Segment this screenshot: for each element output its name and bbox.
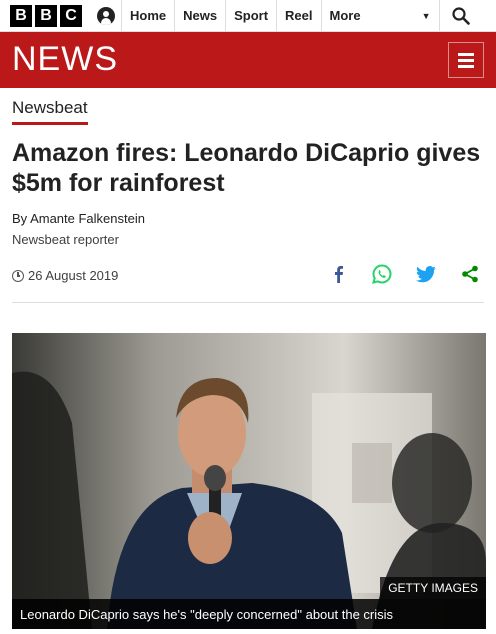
account-button[interactable] xyxy=(90,0,122,32)
bbc-logo-letter: B xyxy=(35,4,57,27)
share-twitter-button[interactable] xyxy=(414,262,438,286)
whatsapp-icon xyxy=(372,264,392,284)
search-button[interactable] xyxy=(440,0,482,32)
nav-home[interactable]: Home xyxy=(122,0,176,32)
nav-sport[interactable]: Sport xyxy=(226,0,278,32)
menu-button[interactable] xyxy=(448,42,484,78)
header-divider xyxy=(12,302,484,303)
chevron-down-icon: ▼ xyxy=(421,10,431,21)
author-role: Newsbeat reporter xyxy=(12,232,119,247)
menu-icon-bar xyxy=(458,58,474,62)
nav-more-label: More xyxy=(329,8,361,23)
author-byline: By Amante Falkenstein xyxy=(12,211,145,226)
news-logo[interactable]: NEWS xyxy=(12,40,118,79)
share-icon xyxy=(462,265,478,283)
share-whatsapp-button[interactable] xyxy=(370,262,394,286)
main-nav: Home News Sport Reel More ▼ xyxy=(122,0,440,32)
lead-image: GETTY IMAGES Leonardo DiCaprio says he's… xyxy=(12,333,486,629)
bbc-logo-letter: B xyxy=(10,4,32,27)
bbc-top-bar: B B C Home News Sport Reel More ▼ xyxy=(0,0,496,32)
share-tools xyxy=(326,262,482,286)
news-banner: NEWS xyxy=(0,32,496,88)
clock-icon xyxy=(12,269,24,282)
article-date: 26 August 2019 xyxy=(12,268,118,283)
menu-icon-bar xyxy=(458,64,474,68)
nav-more-button[interactable]: More ▼ xyxy=(322,0,440,32)
article-date-text: 26 August 2019 xyxy=(28,268,119,283)
nav-reel[interactable]: Reel xyxy=(277,0,322,32)
image-caption: Leonardo DiCaprio says he's "deeply conc… xyxy=(12,599,486,629)
article-headline: Amazon fires: Leonardo DiCaprio gives $5… xyxy=(12,139,481,197)
nav-news[interactable]: News xyxy=(175,0,227,32)
twitter-icon xyxy=(416,265,436,282)
bbc-logo[interactable]: B B C xyxy=(10,4,82,27)
facebook-icon xyxy=(335,266,343,283)
section-link[interactable]: Newsbeat xyxy=(12,98,88,125)
image-credit: GETTY IMAGES xyxy=(380,577,486,599)
account-icon xyxy=(96,6,115,25)
share-more-button[interactable] xyxy=(458,262,482,286)
menu-icon-bar xyxy=(458,52,474,56)
share-facebook-button[interactable] xyxy=(326,262,350,286)
bbc-logo-letter: C xyxy=(60,4,82,27)
search-icon xyxy=(451,6,470,25)
